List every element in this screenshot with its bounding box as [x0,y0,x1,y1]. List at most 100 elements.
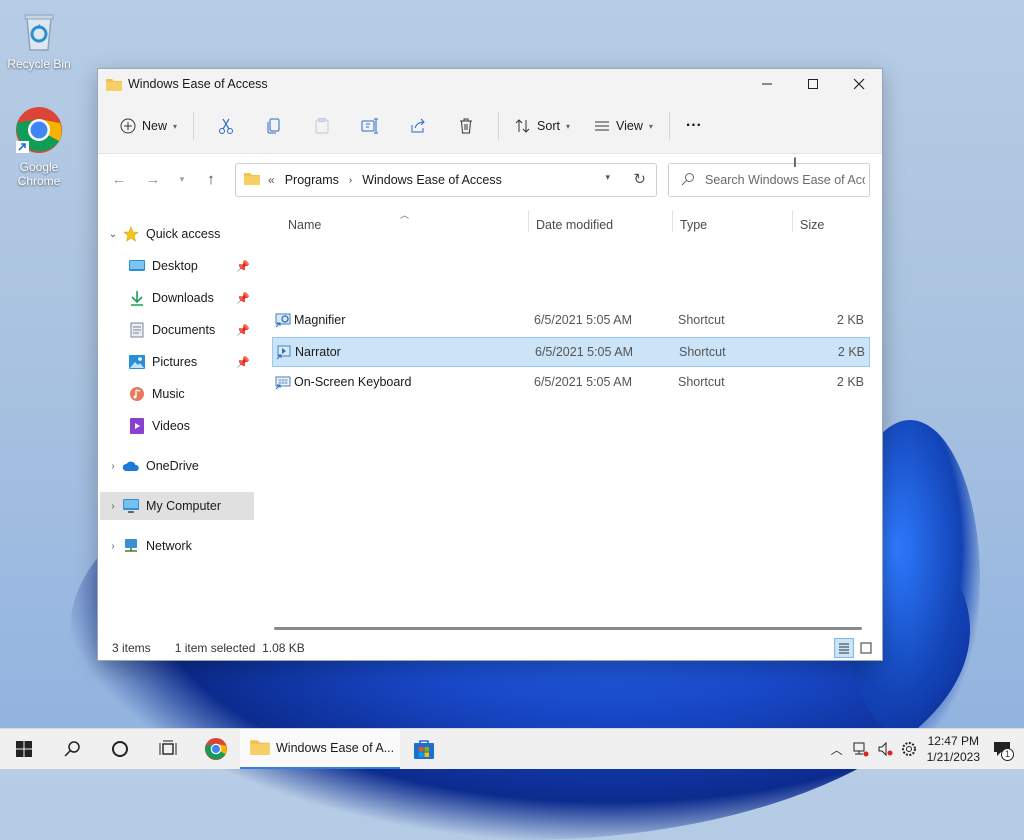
pin-icon[interactable]: 📌 [236,324,250,337]
chevron-down-icon: ▾ [173,121,178,131]
breadcrumb-programs[interactable]: Programs [285,173,339,187]
start-button[interactable] [0,729,48,769]
address-dropdown-icon[interactable]: ▾ [605,172,610,183]
file-row-magnifier[interactable]: Magnifier 6/5/2021 5:05 AM Shortcut 2 KB [272,306,868,334]
address-bar[interactable]: « Programs › Windows Ease of Access ▾ ↻ [235,163,657,197]
view-button[interactable]: View ▾ [586,110,661,142]
sidebar-item-downloads[interactable]: Downloads 📌 [128,284,254,312]
sidebar-item-music[interactable]: Music [128,380,254,408]
breadcrumb-separator[interactable]: › [349,175,352,186]
up-button[interactable]: ↑ [194,162,228,196]
sort-icon [515,119,530,133]
column-header-type[interactable]: Type [680,210,707,240]
copy-button[interactable] [250,110,298,142]
settings-tray-button[interactable] [897,729,921,769]
notification-center-button[interactable]: 1 [990,729,1014,769]
sidebar-item-network[interactable]: › Network [100,532,254,560]
file-type: Shortcut [678,313,725,327]
chevron-down-icon[interactable]: ⌄ [104,229,122,240]
title-bar[interactable]: Windows Ease of Access [98,69,882,99]
file-size: 2 KB [836,313,864,327]
details-view-button[interactable] [834,638,854,658]
taskbar-store[interactable] [400,729,448,769]
column-header-date-modified[interactable]: Date modified [536,210,613,240]
chevron-right-icon[interactable]: › [104,541,122,552]
desktop-icon-chrome[interactable]: Google Chrome [1,105,77,188]
share-button[interactable] [394,110,442,142]
cloud-icon [122,458,140,474]
file-size: 2 KB [836,375,864,389]
sidebar-item-desktop[interactable]: Desktop 📌 [128,252,254,280]
paste-icon [315,118,329,134]
volume-tray-button[interactable] [873,729,897,769]
taskbar-file-explorer[interactable]: Windows Ease of A... [240,729,400,769]
chrome-icon [204,737,228,761]
refresh-icon[interactable]: ↻ [633,170,646,188]
column-divider[interactable] [672,210,673,232]
paste-button[interactable] [298,110,346,142]
navigation-pane: ⌄ Quick access Desktop 📌 Downloads 📌 Doc… [98,204,256,624]
chevron-up-icon: ︿ [830,742,843,757]
arrow-right-icon: → [145,170,161,188]
sidebar-item-my-computer[interactable]: › My Computer [100,492,254,520]
back-button[interactable]: ← [102,162,136,196]
download-icon [128,290,146,306]
column-divider[interactable] [528,210,529,232]
new-button[interactable]: New ▾ [112,110,185,142]
close-button[interactable] [836,69,882,99]
search-button[interactable] [48,729,96,769]
recent-locations-button[interactable]: ▾ [170,162,194,196]
sidebar-item-quick-access[interactable]: ⌄ Quick access [100,220,254,248]
task-view-button[interactable] [144,729,192,769]
desktop-icon-recycle-bin[interactable]: Recycle Bin [1,10,77,71]
volume-muted-icon [878,741,893,757]
pin-icon[interactable]: 📌 [236,292,250,305]
command-bar: New ▾ Sort ▾ View ▾ ··· [98,99,882,154]
sidebar-item-label: Downloads [152,291,214,305]
maximize-button[interactable] [790,69,836,99]
sidebar-item-documents[interactable]: Documents 📌 [128,316,254,344]
toolbar-divider [193,112,195,140]
file-date: 6/5/2021 5:05 AM [534,313,632,327]
sort-button[interactable]: Sort ▾ [507,110,578,142]
file-type: Shortcut [678,375,725,389]
show-hidden-icons-button[interactable]: ︿ [825,729,849,769]
file-row-narrator[interactable]: Narrator 6/5/2021 5:05 AM Shortcut 2 KB [272,337,870,367]
file-row-on-screen-keyboard[interactable]: On-Screen Keyboard 6/5/2021 5:05 AM Shor… [272,368,868,396]
more-options-button[interactable]: ··· [678,110,710,142]
network-tray-button[interactable] [849,729,873,769]
column-divider[interactable] [792,210,793,232]
sort-ascending-icon: ︿ [400,210,410,220]
forward-button[interactable]: → [136,162,170,196]
search-placeholder: Search Windows Ease of Acc... [705,173,865,187]
search-box[interactable]: Search Windows Ease of Acc... [668,163,870,197]
column-header-name[interactable]: Name [288,210,321,240]
file-date: 6/5/2021 5:05 AM [535,345,633,359]
trash-icon [460,118,473,134]
chevron-right-icon[interactable]: › [104,461,122,472]
horizontal-scrollbar[interactable] [274,627,862,630]
column-header-size[interactable]: Size [800,210,824,240]
window-title: Windows Ease of Access [128,77,268,91]
minimize-button[interactable] [744,69,790,99]
circle-icon [112,741,128,757]
pin-icon[interactable]: 📌 [236,356,250,369]
delete-button[interactable] [442,110,490,142]
sidebar-item-pictures[interactable]: Pictures 📌 [128,348,254,376]
breadcrumb-windows-ease-of-access[interactable]: Windows Ease of Access [362,173,502,187]
star-icon [122,226,140,242]
cortana-button[interactable] [96,729,144,769]
cut-button[interactable] [202,110,250,142]
sidebar-item-label: Network [146,539,192,553]
sidebar-item-videos[interactable]: Videos [128,412,254,440]
pin-icon[interactable]: 📌 [236,260,250,273]
breadcrumb-overflow[interactable]: « [268,173,275,187]
sidebar-item-onedrive[interactable]: › OneDrive [100,452,254,480]
large-icons-view-button[interactable] [856,638,876,658]
taskbar-chrome[interactable] [192,729,240,769]
rename-button[interactable] [346,110,394,142]
chevron-right-icon[interactable]: › [104,501,122,512]
clock[interactable]: 12:47 PM 1/21/2023 [927,733,980,765]
share-icon [411,118,425,133]
clock-date: 1/21/2023 [926,750,980,764]
